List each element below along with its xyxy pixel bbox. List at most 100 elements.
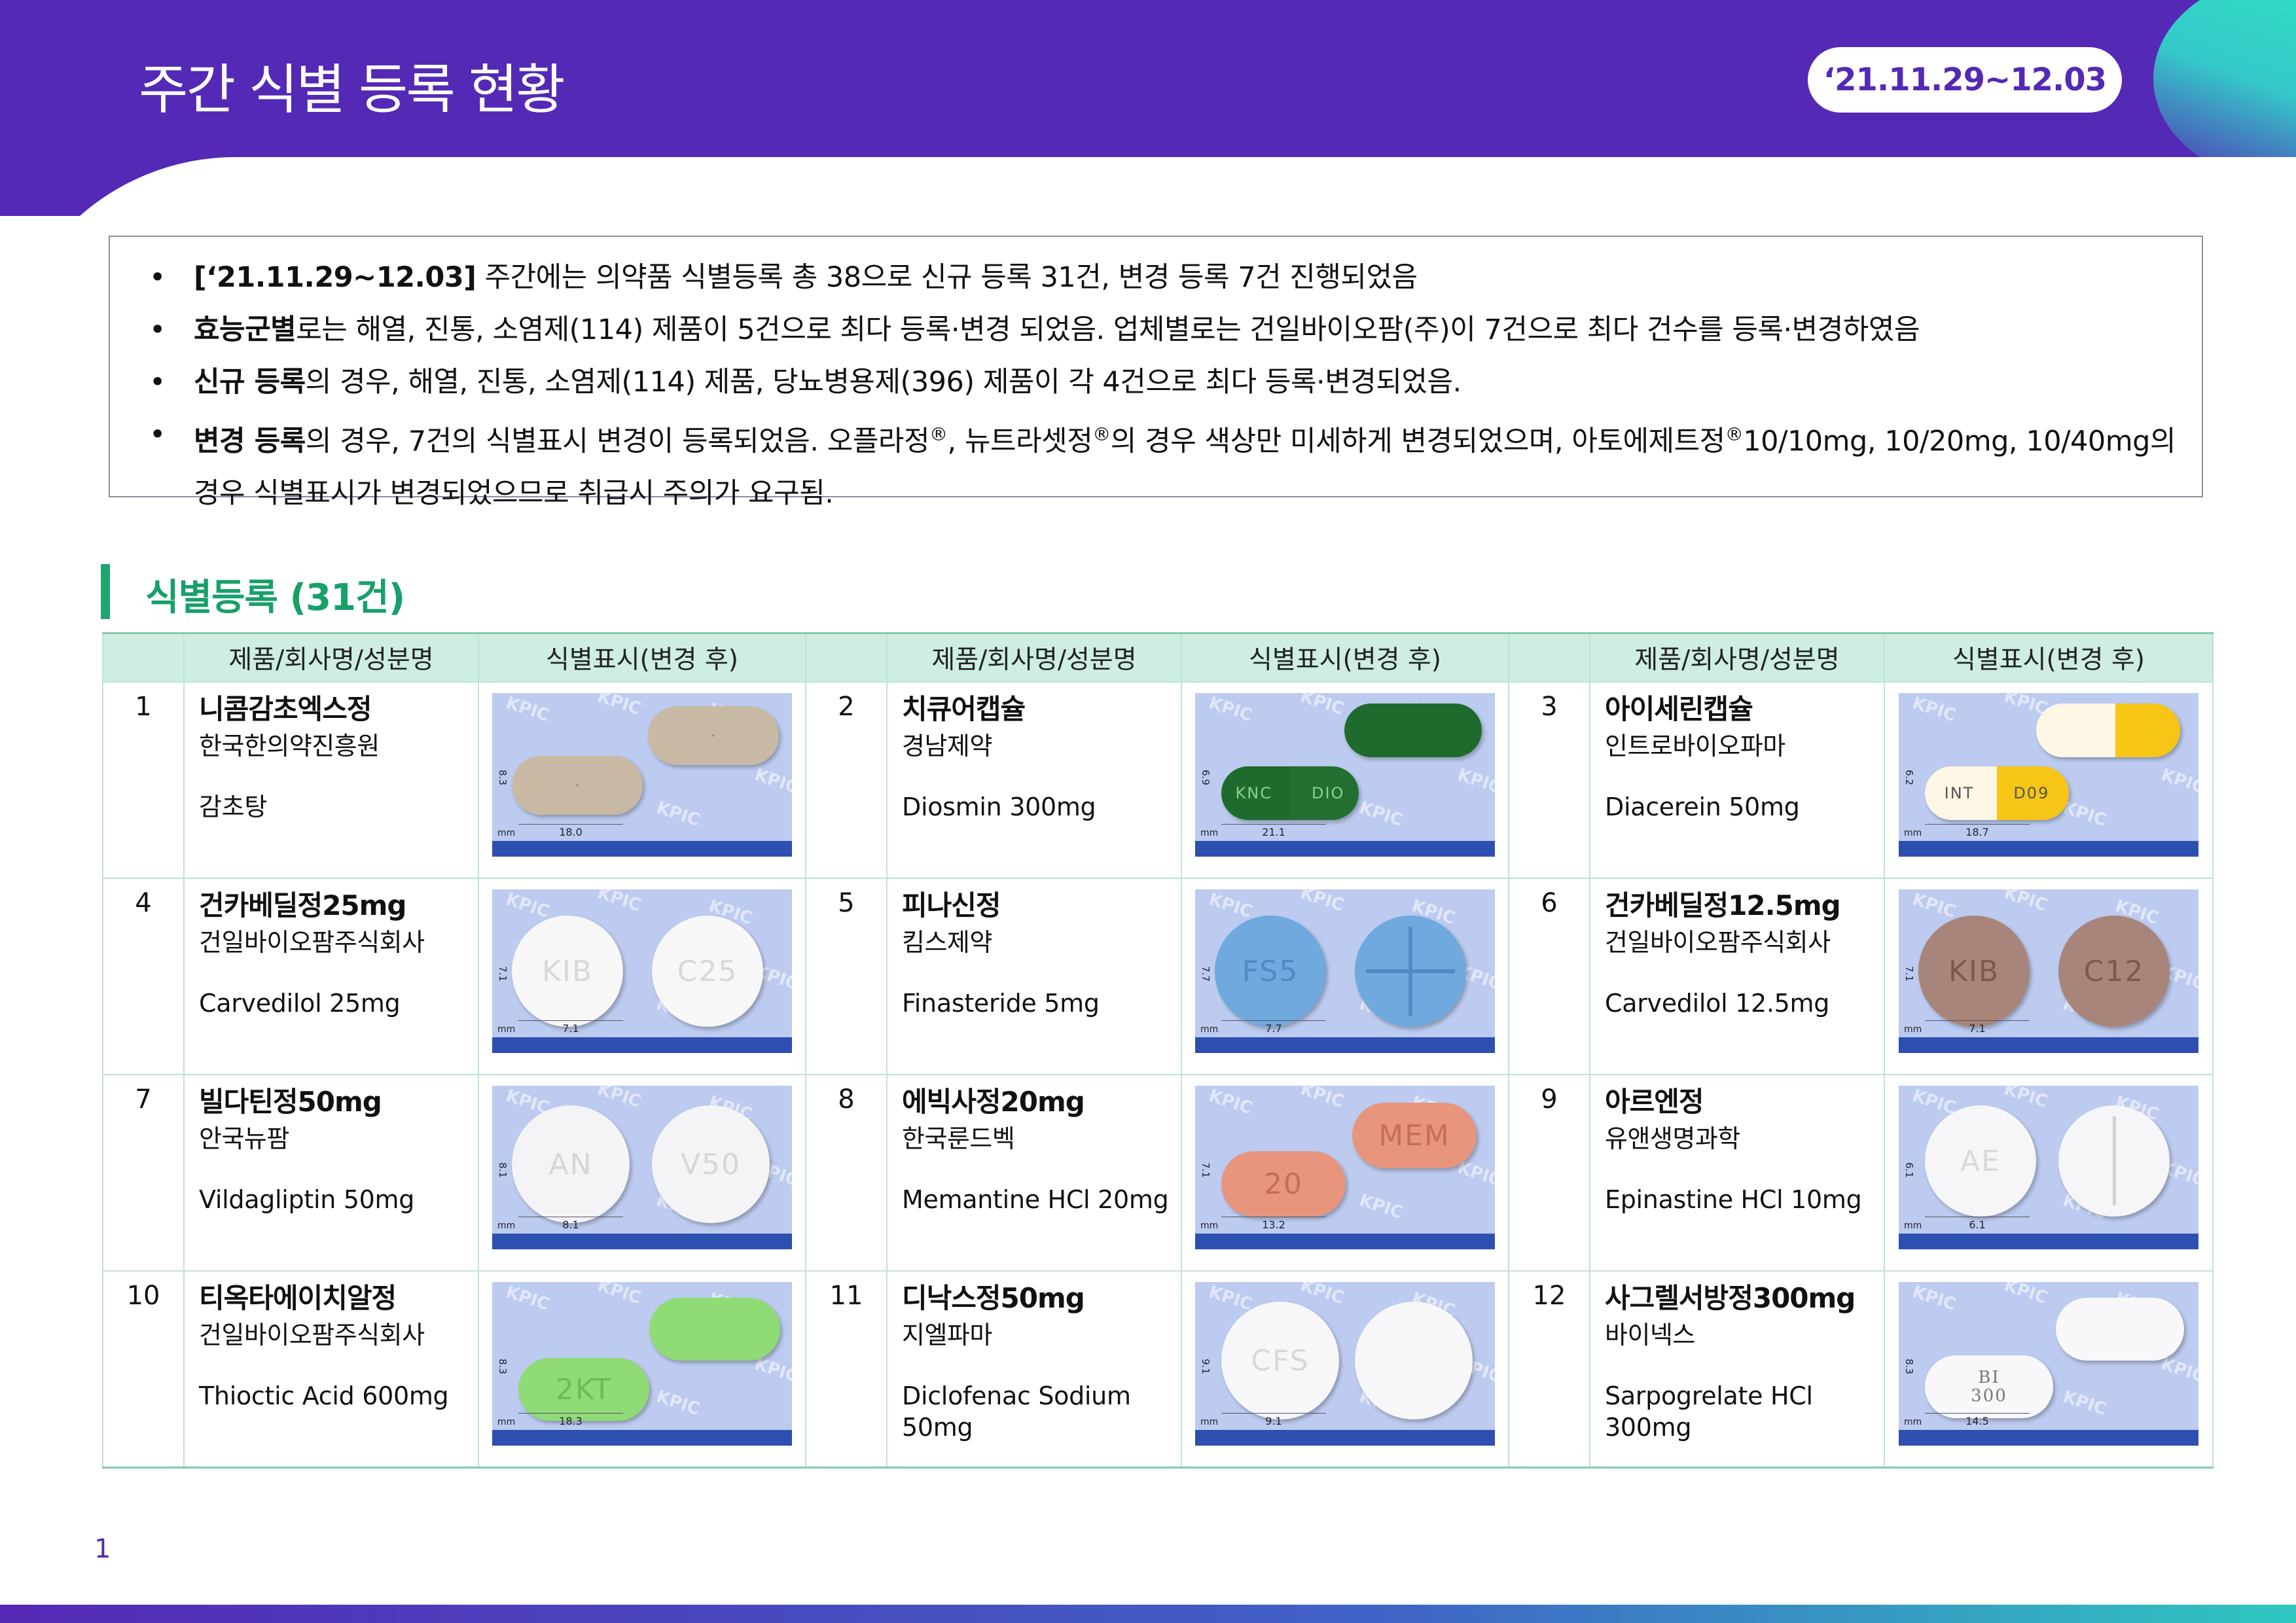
pill-photo: KPICKPICKPICKPICKPICKPIC2KT8.3mm18.3 <box>492 1282 792 1446</box>
summary-item-2: • 효능군별로는 해열, 진통, 소염제(114) 제품이 5건으로 최다 등록·… <box>149 313 1920 346</box>
page-title: 주간 식별 등록 현황 <box>139 59 565 121</box>
pill-imprint: AN <box>548 1147 593 1181</box>
photo-watermark: KPIC <box>1910 693 1958 726</box>
photo-watermark: KPIC <box>1455 765 1495 798</box>
company-name: 유앤생명과학 <box>1605 1124 1740 1153</box>
pill-imprint: DIO <box>1312 784 1345 802</box>
height-dimension: 6.9 <box>1199 770 1211 785</box>
ingredient: Sarpogrelate HCl 300mg <box>1605 1382 1813 1442</box>
ingredient: Memantine HCl 20mg <box>902 1185 1169 1214</box>
row-number: 10 <box>102 1270 185 1469</box>
product-info: 건카베딜정12.5mg 건일바이오팜주식회사 Carvedilol 12.5mg <box>1589 878 1885 1075</box>
width-dimension: 21.1 <box>1221 824 1326 838</box>
height-dimension: 8.3 <box>496 1359 509 1374</box>
row-number: 2 <box>805 681 888 879</box>
height-dimension: 6.1 <box>1903 1162 1915 1178</box>
product-info: 아르엔정 유앤생명과학 Epinastine HCl 10mg <box>1589 1074 1885 1272</box>
mm-label: mm <box>497 1417 516 1427</box>
height-dimension: 7.7 <box>1199 966 1211 982</box>
photo-watermark: KPIC <box>654 1387 702 1419</box>
pill-shape: BI 300 <box>1925 1355 2053 1418</box>
pill-photo-cell: KPICKPICKPICKPICKPICKPICFS57.7mm7.7 <box>1181 878 1509 1075</box>
pill-shape: C25 <box>652 916 763 1027</box>
height-dimension: 7.1 <box>1199 1162 1211 1178</box>
pill-photo-cell: KPICKPICKPICKPICKPICKPICKIBC127.1mm7.1 <box>1884 878 2214 1075</box>
photo-footer-strip <box>1899 1430 2198 1446</box>
product-name: 사그렐서방정300mg <box>1605 1282 1856 1314</box>
row-number: 7 <box>102 1074 185 1272</box>
photo-footer-strip <box>1195 1430 1495 1446</box>
product-info: 니콤감초엑스정 한국한의약진흥원 감초탕 <box>183 681 479 879</box>
pill-photo: KPICKPICKPICKPICKPICKPIC20MEM7.1mm13.2 <box>1195 1086 1495 1249</box>
pill-photo-cell: KPICKPICKPICKPICKPICKPIC20MEM7.1mm13.2 <box>1181 1074 1509 1272</box>
pill-photo: KPICKPICKPICKPICKPICKPICKIBC257.1mm7.1 <box>492 889 792 1053</box>
photo-watermark: KPIC <box>1298 1282 1346 1308</box>
ingredient: 감초탕 <box>199 793 267 821</box>
header-accent-shape <box>2153 0 2296 183</box>
photo-watermark: KPIC <box>2159 765 2198 798</box>
pill-photo-cell: KPICKPICKPICKPICKPICKPICKNCDIO6.9mm21.1 <box>1181 681 1509 879</box>
table-header-row: 제품/회사명/성분명 식별표시(변경 후) 제품/회사명/성분명 식별표시(변경… <box>102 632 2214 683</box>
product-info: 피나신정 킴스제약 Finasteride 5mg <box>886 878 1182 1075</box>
product-name: 건카베딜정12.5mg <box>1605 889 1841 921</box>
height-dimension: 7.1 <box>496 966 509 982</box>
pill-imprint: 300 <box>1971 1386 2007 1406</box>
section-marker <box>101 564 110 619</box>
row-number: 1 <box>102 681 185 879</box>
width-dimension: 8.1 <box>518 1217 623 1231</box>
pill-shape: KIB <box>1918 916 2030 1027</box>
ingredient: Finasteride 5mg <box>902 989 1100 1018</box>
summary-item-4: • 변경 등록의 경우, 7건의 식별표시 변경이 등록되었음. 오플라정®, 뉴… <box>149 418 2176 510</box>
photo-watermark: KPIC <box>2001 889 2050 916</box>
photo-watermark: KPIC <box>1298 693 1346 719</box>
pill-shape <box>1355 916 1466 1027</box>
photo-watermark: KPIC <box>595 1086 643 1112</box>
photo-watermark: KPIC <box>1910 889 1958 922</box>
photo-watermark: KPIC <box>654 798 702 830</box>
pill-shape <box>2036 704 2180 757</box>
photo-footer-strip <box>492 1430 792 1446</box>
pill-photo: KPICKPICKPICKPICKPICKPIC8.3mm18.0 <box>492 693 792 857</box>
photo-footer-strip <box>1899 1234 2198 1249</box>
width-dimension: 7.1 <box>1925 1020 2030 1035</box>
pill-shape <box>2056 1298 2184 1361</box>
photo-watermark: KPIC <box>1298 1086 1346 1112</box>
product-name: 티옥타에이치알정 <box>199 1282 397 1314</box>
pill-imprint: FS5 <box>1242 954 1299 988</box>
width-dimension: 14.5 <box>1925 1413 2030 1427</box>
company-name: 킴스제약 <box>902 928 992 957</box>
mm-label: mm <box>1904 1221 1922 1231</box>
height-dimension: 7.1 <box>1903 966 1915 982</box>
pill-photo: KPICKPICKPICKPICKPICKPICANV508.1mm8.1 <box>492 1086 792 1249</box>
ingredient: Carvedilol 12.5mg <box>1605 989 1830 1018</box>
photo-watermark: KPIC <box>503 889 552 922</box>
pill-photo: KPICKPICKPICKPICKPICKPICCFS9.1mm9.1 <box>1195 1282 1495 1446</box>
pill-shape <box>1355 1302 1473 1419</box>
photo-watermark: KPIC <box>1206 693 1255 726</box>
column-header-product: 제품/회사명/성분명 <box>1589 632 1885 683</box>
summary-item-3: • 신규 등록의 경우, 해열, 진통, 소염제(114) 제품, 당뇨병용제(3… <box>149 366 1462 399</box>
ingredient: Vildagliptin 50mg <box>199 1185 415 1214</box>
pill-photo: KPICKPICKPICKPICKPICKPICKIBC127.1mm7.1 <box>1899 889 2198 1053</box>
pill-imprint: KNC <box>1235 784 1272 802</box>
photo-footer-strip <box>1899 1037 2198 1053</box>
row-number: 12 <box>1508 1270 1590 1469</box>
product-info: 치큐어캡슐 경남제약 Diosmin 300mg <box>886 681 1182 879</box>
pill-shape: 2KT <box>518 1358 649 1421</box>
pill-photo: KPICKPICKPICKPICKPICKPICKNCDIO6.9mm21.1 <box>1195 693 1495 857</box>
pill-shape <box>1344 704 1482 757</box>
row-number: 6 <box>1508 878 1590 1075</box>
company-name: 안국뉴팜 <box>199 1124 289 1153</box>
pill-photo-cell: KPICKPICKPICKPICKPICKPICINTD096.2mm18.7 <box>1884 681 2214 879</box>
pill-shape <box>648 706 779 765</box>
pill-imprint: INT <box>1944 784 1975 802</box>
product-name: 건카베딜정25mg <box>199 889 406 921</box>
photo-watermark: KPIC <box>1298 889 1346 916</box>
ingredient: Diclofenac Sodium 50mg <box>902 1382 1131 1442</box>
pill-imprint: C12 <box>2083 954 2145 988</box>
mm-label: mm <box>1904 1024 1922 1035</box>
photo-watermark: KPIC <box>2001 1086 2050 1112</box>
company-name: 건일바이오팜주식회사 <box>199 1321 425 1349</box>
photo-watermark: KPIC <box>1357 1190 1405 1223</box>
photo-footer-strip <box>1195 841 1495 857</box>
